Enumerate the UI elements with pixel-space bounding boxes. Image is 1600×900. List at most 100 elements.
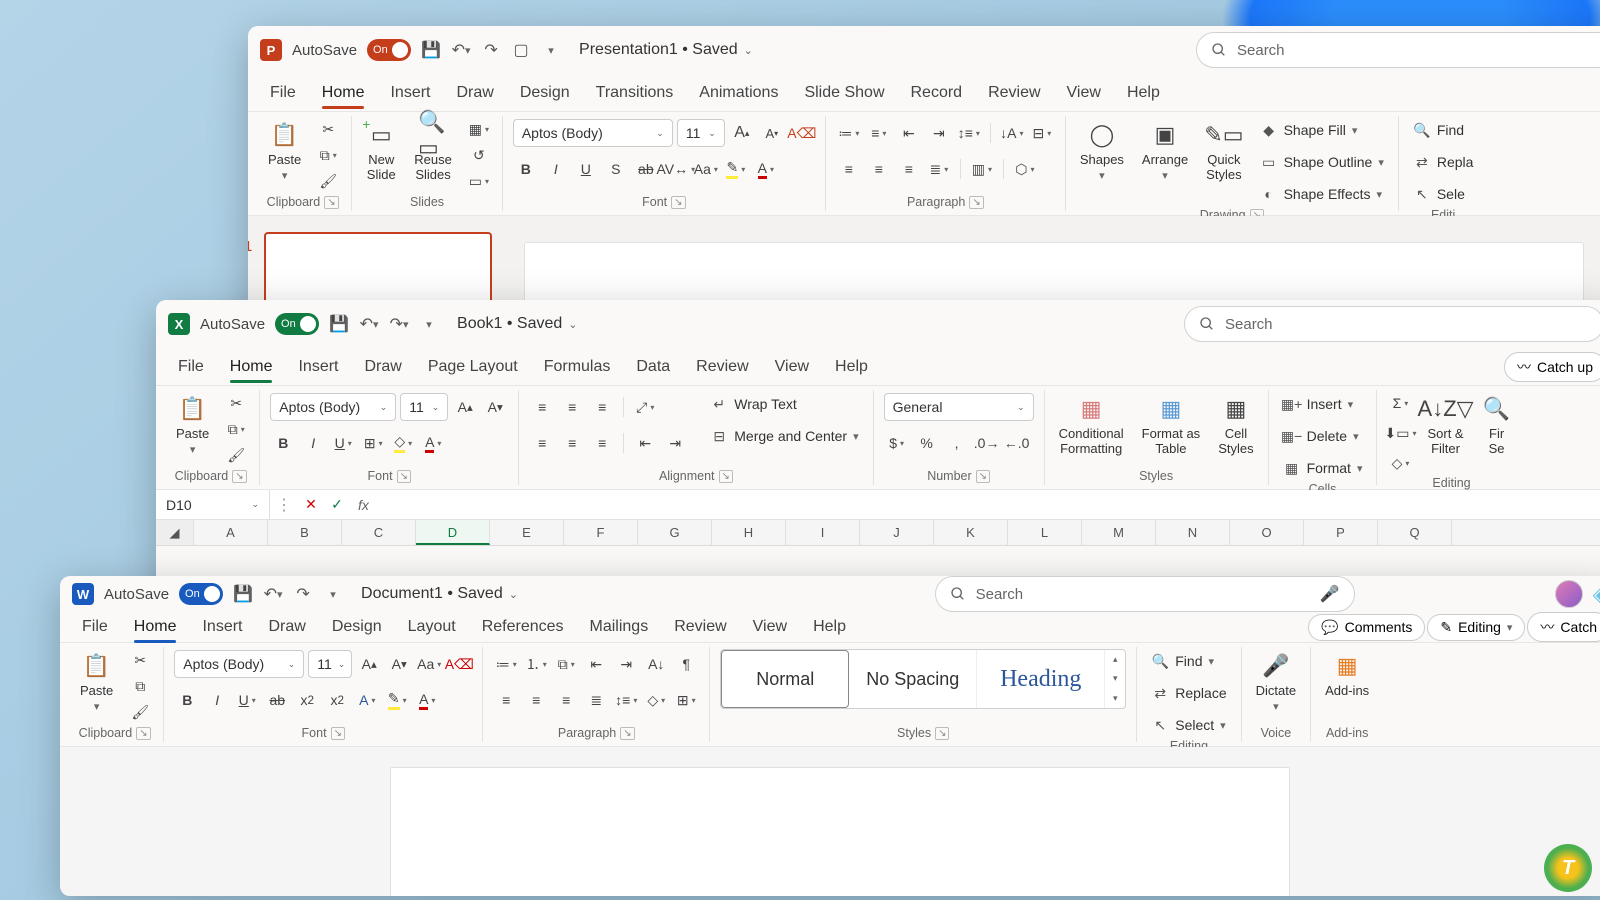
new-slide-button[interactable]: ▭+New Slide bbox=[362, 118, 400, 184]
align-right-icon[interactable]: ≡ bbox=[589, 432, 615, 454]
align-right-icon[interactable]: ≡ bbox=[553, 689, 579, 711]
number-launcher-icon[interactable]: ↘ bbox=[976, 470, 990, 483]
text-direction-icon[interactable]: ↓A bbox=[999, 122, 1025, 144]
mic-icon[interactable]: 🎤 bbox=[1320, 584, 1340, 604]
undo-icon[interactable]: ↶▾ bbox=[451, 40, 471, 60]
tab-file[interactable]: File bbox=[70, 612, 120, 642]
format-as-table-button[interactable]: ▦Format as Table bbox=[1138, 392, 1205, 458]
catch-up-button[interactable]: 〰Catch up bbox=[1504, 352, 1600, 382]
align-left-icon[interactable]: ≡ bbox=[493, 689, 519, 711]
align-text-icon[interactable]: ⊟ bbox=[1029, 122, 1055, 144]
tab-slideshow[interactable]: Slide Show bbox=[792, 78, 896, 108]
change-case-icon[interactable]: Aa bbox=[693, 158, 719, 180]
tab-page-layout[interactable]: Page Layout bbox=[416, 352, 530, 382]
select-button[interactable]: ↖Sele bbox=[1409, 182, 1478, 206]
clipboard-launcher-icon[interactable]: ↘ bbox=[324, 196, 338, 209]
redo-icon[interactable]: ↷ bbox=[481, 40, 501, 60]
paragraph-launcher-icon[interactable]: ↘ bbox=[620, 727, 634, 740]
shapes-button[interactable]: ◯Shapes▾ bbox=[1076, 118, 1128, 184]
style-no-spacing[interactable]: No Spacing bbox=[849, 650, 977, 708]
tab-formulas[interactable]: Formulas bbox=[532, 352, 623, 382]
tab-transitions[interactable]: Transitions bbox=[584, 78, 686, 108]
shape-outline-button[interactable]: ▭Shape Outline▾ bbox=[1256, 150, 1388, 174]
tab-home[interactable]: Home bbox=[310, 78, 377, 108]
tab-insert[interactable]: Insert bbox=[286, 352, 350, 382]
col-m[interactable]: M bbox=[1082, 520, 1156, 545]
font-color-icon[interactable]: A bbox=[414, 689, 440, 711]
col-j[interactable]: J bbox=[860, 520, 934, 545]
decrease-font-icon[interactable]: A▾ bbox=[386, 653, 412, 675]
shape-effects-button[interactable]: ◐Shape Effects▾ bbox=[1256, 182, 1388, 206]
dictate-button[interactable]: 🎤Dictate▾ bbox=[1252, 649, 1300, 715]
subscript-icon[interactable]: x2 bbox=[294, 689, 320, 711]
styles-scroll[interactable]: ▴▾▾ bbox=[1105, 650, 1125, 708]
insert-cells-button[interactable]: ▦+Insert▾ bbox=[1279, 392, 1367, 416]
tab-file[interactable]: File bbox=[258, 78, 308, 108]
font-launcher-icon[interactable]: ↘ bbox=[671, 196, 685, 209]
col-d[interactable]: D bbox=[416, 520, 490, 545]
numbering-icon[interactable]: ≡ bbox=[866, 122, 892, 144]
format-painter-icon[interactable]: 🖌 bbox=[223, 444, 249, 466]
underline-icon[interactable]: U bbox=[234, 689, 260, 711]
enter-icon[interactable]: ✓ bbox=[324, 494, 350, 516]
autosave-toggle[interactable]: On bbox=[367, 39, 411, 61]
font-name-combo[interactable]: Aptos (Body)⌄ bbox=[513, 119, 673, 147]
search-input[interactable]: Search 🎤 bbox=[935, 576, 1355, 612]
decrease-decimal-icon[interactable]: ←.0 bbox=[1004, 432, 1030, 454]
merge-center-button[interactable]: ⊟Merge and Center▾ bbox=[706, 424, 862, 448]
tab-layout[interactable]: Layout bbox=[396, 612, 468, 642]
paste-button[interactable]: 📋Paste▾ bbox=[264, 118, 305, 184]
borders-icon[interactable]: ⊞ bbox=[673, 689, 699, 711]
tab-record[interactable]: Record bbox=[899, 78, 975, 108]
reset-icon[interactable]: ↺ bbox=[466, 144, 492, 166]
numbering-icon[interactable]: ⒈ bbox=[523, 653, 549, 675]
underline-icon[interactable]: U bbox=[573, 158, 599, 180]
editing-mode-button[interactable]: ✎Editing▾ bbox=[1427, 614, 1525, 641]
tab-insert[interactable]: Insert bbox=[190, 612, 254, 642]
catch-up-button[interactable]: 〰Catch bbox=[1527, 612, 1600, 642]
sort-icon[interactable]: A↓ bbox=[643, 653, 669, 675]
align-center-icon[interactable]: ≡ bbox=[866, 158, 892, 180]
comments-button[interactable]: 💬Comments bbox=[1308, 614, 1425, 641]
format-painter-icon[interactable]: 🖌 bbox=[127, 701, 153, 723]
tab-file[interactable]: File bbox=[166, 352, 216, 382]
decrease-font-icon[interactable]: A▾ bbox=[759, 122, 785, 144]
copy-icon[interactable]: ⧉ bbox=[315, 144, 341, 166]
text-effects-icon[interactable]: A bbox=[354, 689, 380, 711]
multilevel-icon[interactable]: ⧉ bbox=[553, 653, 579, 675]
style-normal[interactable]: Normal bbox=[721, 650, 849, 708]
align-center-icon[interactable]: ≡ bbox=[523, 689, 549, 711]
redo-icon[interactable]: ↷▾ bbox=[389, 314, 409, 334]
replace-button[interactable]: ⇄Replace bbox=[1147, 681, 1230, 705]
save-icon[interactable]: 💾 bbox=[421, 40, 441, 60]
style-heading[interactable]: Heading bbox=[977, 650, 1105, 708]
cell-styles-button[interactable]: ▦Cell Styles bbox=[1214, 392, 1257, 458]
borders-icon[interactable]: ⊞ bbox=[360, 432, 386, 454]
copy-icon[interactable]: ⧉ bbox=[127, 675, 153, 697]
paste-button[interactable]: 📋Paste▾ bbox=[172, 392, 213, 458]
save-icon[interactable]: 💾 bbox=[329, 314, 349, 334]
increase-indent-icon[interactable]: ⇥ bbox=[926, 122, 952, 144]
col-e[interactable]: E bbox=[490, 520, 564, 545]
decrease-indent-icon[interactable]: ⇤ bbox=[632, 432, 658, 454]
clear-icon[interactable]: ◇ bbox=[1387, 452, 1413, 474]
col-k[interactable]: K bbox=[934, 520, 1008, 545]
document-title[interactable]: Document1 • Saved⌄ bbox=[361, 585, 518, 603]
col-c[interactable]: C bbox=[342, 520, 416, 545]
tab-help[interactable]: Help bbox=[1115, 78, 1172, 108]
clear-format-icon[interactable]: A⌫ bbox=[446, 653, 472, 675]
justify-icon[interactable]: ≣ bbox=[926, 158, 952, 180]
tab-design[interactable]: Design bbox=[320, 612, 394, 642]
increase-font-icon[interactable]: A▴ bbox=[729, 122, 755, 144]
font-size-combo[interactable]: 11⌄ bbox=[677, 119, 725, 147]
clipboard-launcher-icon[interactable]: ↘ bbox=[232, 470, 246, 483]
increase-font-icon[interactable]: A▴ bbox=[356, 653, 382, 675]
tab-home[interactable]: Home bbox=[218, 352, 285, 382]
bullets-icon[interactable]: ≔ bbox=[493, 653, 519, 675]
styles-gallery[interactable]: Normal No Spacing Heading ▴▾▾ bbox=[720, 649, 1126, 709]
highlight-icon[interactable]: ✎ bbox=[384, 689, 410, 711]
tab-design[interactable]: Design bbox=[508, 78, 582, 108]
bullets-icon[interactable]: ≔ bbox=[836, 122, 862, 144]
col-g[interactable]: G bbox=[638, 520, 712, 545]
name-box[interactable]: D10⌄ bbox=[156, 490, 270, 519]
